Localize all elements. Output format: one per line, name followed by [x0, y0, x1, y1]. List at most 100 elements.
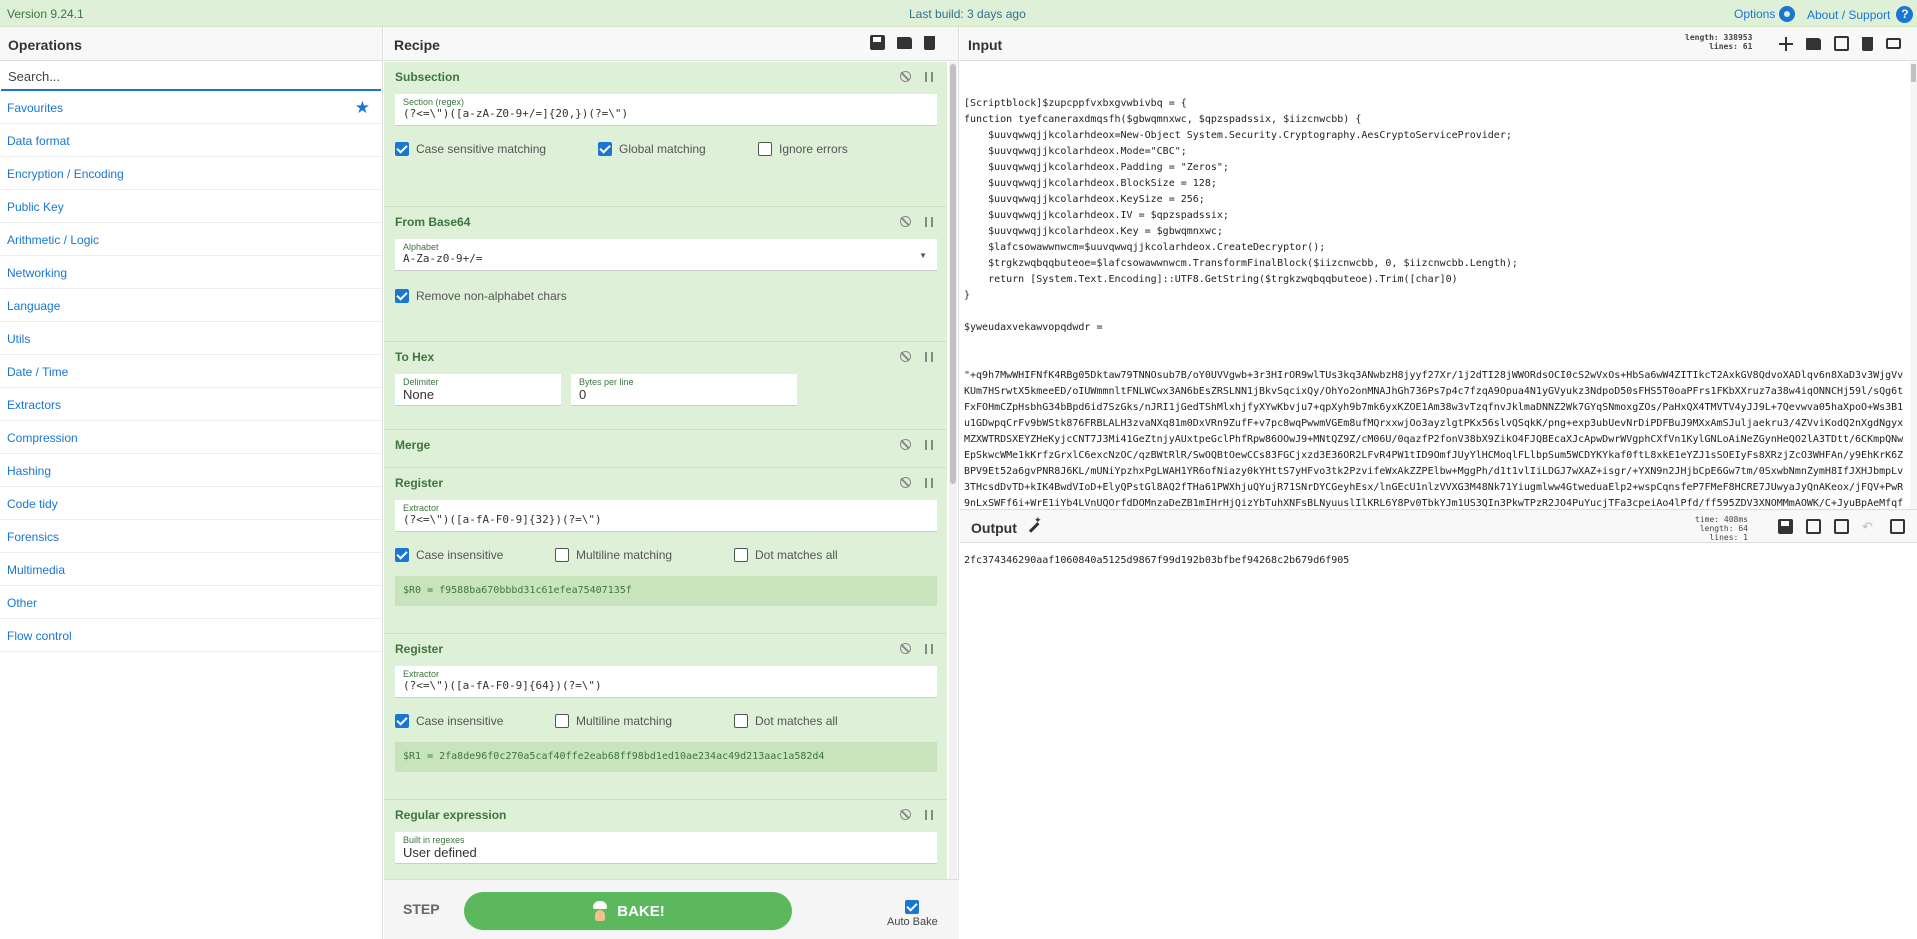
output-meta: time: 408ms length: 64 lines: 1	[1695, 515, 1748, 542]
disable-icon[interactable]	[900, 216, 911, 227]
case-sensitive-checkbox[interactable]: Case sensitive matching	[395, 142, 598, 156]
last-build-label: Last build: 3 days ago	[909, 7, 1026, 21]
ignore-errors-checkbox[interactable]: Ignore errors	[758, 142, 848, 156]
multiline-checkbox[interactable]: Multiline matching	[555, 548, 734, 562]
bake-label: BAKE!	[617, 902, 665, 920]
case-insensitive-checkbox[interactable]: Case insensitive	[395, 548, 555, 562]
breakpoint-icon[interactable]	[925, 810, 933, 820]
delimiter-select[interactable]: Delimiter None	[395, 374, 561, 406]
chef-icon	[591, 901, 609, 921]
breakpoint-icon[interactable]	[925, 352, 933, 362]
category-language[interactable]: Language	[0, 289, 382, 322]
recipe-title: Recipe	[394, 37, 440, 53]
about-label: About / Support	[1807, 7, 1891, 22]
save-output-icon[interactable]	[1778, 519, 1793, 534]
category-hashing[interactable]: Hashing	[0, 454, 382, 487]
output-title: Output	[971, 520, 1017, 536]
gear-icon	[1779, 6, 1796, 22]
alphabet-select[interactable]: Alphabet A-Za-z0-9+/= ▼	[395, 239, 937, 271]
field-value: A-Za-z0-9+/=	[403, 252, 483, 265]
builtin-regex-select[interactable]: Built in regexes User defined	[395, 832, 937, 864]
remove-nonalphabet-checkbox[interactable]: Remove non-alphabet chars	[395, 289, 567, 303]
recipe-scrollbar[interactable]	[949, 62, 957, 908]
category-compression[interactable]: Compression	[0, 421, 382, 454]
op-regular-expression[interactable]: Regular expression Built in regexes User…	[384, 800, 947, 890]
op-to-hex[interactable]: To Hex Delimiter None Bytes per line 0	[384, 342, 947, 430]
bake-button[interactable]: BAKE!	[464, 892, 792, 930]
replace-input-icon[interactable]	[1834, 519, 1849, 534]
reset-layout-icon[interactable]	[1886, 38, 1901, 49]
breakpoint-icon[interactable]	[925, 644, 933, 654]
dot-matches-all-checkbox[interactable]: Dot matches all	[734, 714, 838, 728]
dot-matches-all-checkbox[interactable]: Dot matches all	[734, 548, 838, 562]
multiline-checkbox[interactable]: Multiline matching	[555, 714, 734, 728]
category-other[interactable]: Other	[0, 586, 382, 619]
disable-icon[interactable]	[900, 71, 911, 82]
load-recipe-icon[interactable]	[897, 37, 912, 49]
clear-input-icon[interactable]	[1862, 37, 1873, 51]
case-insensitive-checkbox[interactable]: Case insensitive	[395, 714, 555, 728]
disable-icon[interactable]	[900, 351, 911, 362]
category-public-key[interactable]: Public Key	[0, 190, 382, 223]
about-support-link[interactable]: About / Support?	[1807, 6, 1914, 23]
category-data-format[interactable]: Data format	[0, 124, 382, 157]
category-favourites[interactable]: Favourites ★	[0, 91, 382, 124]
input-code-line: $uuvqwwqjjkcolarhdeox.BlockSize = 128;	[964, 178, 1217, 189]
input-code-line: $uuvqwwqjjkcolarhdeox.Padding = "Zeros";	[964, 162, 1229, 173]
op-merge[interactable]: Merge	[384, 430, 947, 468]
output-textarea[interactable]: 2fc374346290aaf1060840a5125d9867f99d192b…	[964, 555, 1349, 566]
open-file-icon[interactable]	[1834, 36, 1849, 51]
open-folder-icon[interactable]	[1806, 38, 1821, 50]
op-register[interactable]: Register Extractor (?<=\")([a-fA-F0-9]{3…	[384, 468, 947, 634]
input-scrollbar[interactable]	[1910, 62, 1917, 509]
add-tab-icon[interactable]	[1778, 36, 1793, 51]
category-forensics[interactable]: Forensics	[0, 520, 382, 553]
op-title: Register	[395, 642, 444, 656]
input-textarea[interactable]: [Scriptblock]$zupcppfvxbxgvwbivbq = { fun…	[964, 64, 1904, 509]
disable-icon[interactable]	[900, 809, 911, 820]
disable-icon[interactable]	[900, 477, 911, 488]
op-title: Subsection	[395, 70, 460, 84]
section-regex-field[interactable]: Section (regex) (?<=\")([a-zA-Z0-9+/=]{2…	[395, 94, 937, 126]
extractor-field[interactable]: Extractor (?<=\")([a-fA-F0-9]{64})(?=\")	[395, 666, 937, 698]
global-matching-checkbox[interactable]: Global matching	[598, 142, 758, 156]
category-flow-control[interactable]: Flow control	[0, 619, 382, 652]
extractor-field[interactable]: Extractor (?<=\")([a-fA-F0-9]{32})(?=\")	[395, 500, 937, 532]
options-label: Options	[1734, 7, 1776, 21]
category-utils[interactable]: Utils	[0, 322, 382, 355]
auto-bake-checkbox[interactable]: Auto Bake	[887, 900, 938, 928]
input-code-line: $trgkzwqbqqbuteoe=$lafcsowawwnwcm.Transf…	[964, 258, 1518, 269]
input-code-line: $uuvqwwqjjkcolarhdeox.IV = $qpzspadssix;	[964, 210, 1229, 221]
input-code-line: [Scriptblock]$zupcppfvxbxgvwbivbq = {	[964, 98, 1187, 109]
save-recipe-icon[interactable]	[870, 35, 885, 50]
category-networking[interactable]: Networking	[0, 256, 382, 289]
category-extractors[interactable]: Extractors	[0, 388, 382, 421]
undo-icon[interactable]: ↶	[1862, 519, 1877, 534]
maximize-icon[interactable]	[1890, 519, 1905, 534]
category-date-time[interactable]: Date / Time	[0, 355, 382, 388]
op-register[interactable]: Register Extractor (?<=\")([a-fA-F0-9]{6…	[384, 634, 947, 800]
input-meta: length: 338953 lines: 61	[1685, 33, 1753, 51]
bytes-per-line-input[interactable]: Bytes per line 0	[571, 374, 797, 406]
category-arithmetic-logic[interactable]: Arithmetic / Logic	[0, 223, 382, 256]
op-subsection[interactable]: Subsection Section (regex) (?<=\")([a-zA…	[384, 62, 947, 207]
input-code-line: $uuvqwwqjjkcolarhdeox=New-Object System.…	[964, 130, 1512, 141]
disable-icon[interactable]	[900, 643, 911, 654]
breakpoint-icon[interactable]	[925, 478, 933, 488]
category-encryption-encoding[interactable]: Encryption / Encoding	[0, 157, 382, 190]
breakpoint-icon[interactable]	[925, 217, 933, 227]
operations-search-input[interactable]: Search...	[1, 61, 381, 91]
op-from-base64[interactable]: From Base64 Alphabet A-Za-z0-9+/= ▼ Remo…	[384, 207, 947, 342]
input-code-line: function tyefcaneraxdmqsfh($gbwqmnxwc, $…	[964, 114, 1362, 125]
clear-recipe-icon[interactable]	[924, 36, 935, 50]
step-button[interactable]: STEP	[403, 901, 440, 917]
category-multimedia[interactable]: Multimedia	[0, 553, 382, 586]
disable-icon[interactable]	[900, 439, 911, 450]
register-output: $R0 = f9588ba670bbbd31c61efea75407135f	[395, 576, 937, 606]
options-link[interactable]: Options	[1734, 6, 1796, 22]
category-code-tidy[interactable]: Code tidy	[0, 487, 382, 520]
breakpoint-icon[interactable]	[925, 440, 933, 450]
magic-wand-icon[interactable]	[1026, 515, 1042, 535]
copy-output-icon[interactable]	[1806, 519, 1821, 534]
breakpoint-icon[interactable]	[925, 72, 933, 82]
